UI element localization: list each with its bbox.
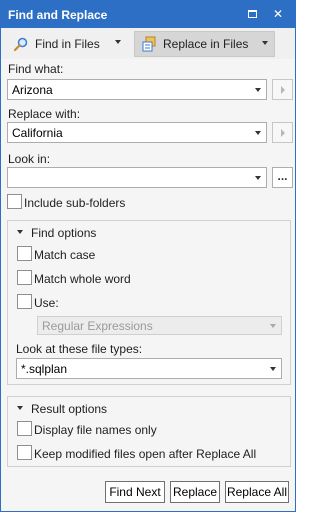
mode-tabs: Find in Files Replace in Files <box>1 28 295 59</box>
use-label[interactable]: Use: <box>34 296 59 310</box>
collapse-icon[interactable] <box>17 406 23 410</box>
chevron-down-icon[interactable] <box>270 367 276 371</box>
chevron-down-icon <box>262 41 268 45</box>
keep-modified-open-checkbox[interactable] <box>17 445 32 460</box>
replace-with-value[interactable]: California <box>12 126 63 140</box>
match-whole-word-checkbox[interactable] <box>17 270 32 285</box>
display-file-names-only-label[interactable]: Display file names only <box>34 423 157 437</box>
use-mode-value: Regular Expressions <box>42 319 153 333</box>
file-types-value[interactable]: *.sqlplan <box>21 362 67 376</box>
find-next-button[interactable]: Find Next <box>105 481 165 503</box>
look-in-combo[interactable] <box>7 167 267 188</box>
maximize-icon <box>247 10 257 18</box>
chevron-down-icon[interactable] <box>255 131 261 135</box>
chevron-down-icon[interactable] <box>255 88 261 92</box>
tab-find-in-files[interactable]: Find in Files <box>7 31 127 57</box>
find-what-value[interactable]: Arizona <box>12 83 53 97</box>
chevron-down-icon <box>270 324 276 328</box>
maximize-button[interactable] <box>245 7 259 21</box>
replace-with-expression-button[interactable] <box>272 122 293 143</box>
match-case-checkbox[interactable] <box>17 246 32 261</box>
close-icon: ✕ <box>272 7 284 21</box>
file-types-label: Look at these file types: <box>16 342 143 356</box>
result-options-group: Result options Display file names only K… <box>7 396 291 467</box>
browse-button[interactable]: ... <box>272 167 293 188</box>
tab-find-in-files-label: Find in Files <box>35 37 100 51</box>
window-title: Find and Replace <box>8 8 108 22</box>
find-what-combo[interactable]: Arizona <box>7 79 267 100</box>
replace-all-button[interactable]: Replace All <box>225 481 289 503</box>
include-subfolders-label[interactable]: Include sub-folders <box>24 196 125 210</box>
title-bar: Find and Replace ✕ <box>1 1 295 28</box>
chevron-down-icon <box>115 40 121 44</box>
display-file-names-only-checkbox[interactable] <box>17 421 32 436</box>
match-whole-word-label[interactable]: Match whole word <box>34 272 131 286</box>
find-options-group: Find options Match case Match whole word… <box>7 220 291 385</box>
find-replace-window: Find and Replace ✕ Find in Files Replace… <box>0 0 296 512</box>
file-types-combo[interactable]: *.sqlplan <box>16 358 282 379</box>
close-button[interactable]: ✕ <box>271 7 285 21</box>
find-options-title[interactable]: Find options <box>31 226 96 240</box>
chevron-down-icon[interactable] <box>255 176 261 180</box>
replace-with-label: Replace with: <box>8 107 81 121</box>
tab-replace-in-files[interactable]: Replace in Files <box>134 31 275 57</box>
result-options-title[interactable]: Result options <box>31 402 107 416</box>
arrow-right-icon <box>281 129 285 137</box>
collapse-icon[interactable] <box>17 230 23 234</box>
find-what-label: Find what: <box>8 62 64 76</box>
match-case-label[interactable]: Match case <box>34 248 95 262</box>
find-in-files-icon <box>13 37 28 52</box>
use-mode-select: Regular Expressions <box>37 316 282 335</box>
use-checkbox[interactable] <box>17 294 32 309</box>
look-in-label: Look in: <box>8 152 51 166</box>
replace-button[interactable]: Replace <box>170 481 220 503</box>
keep-modified-open-label[interactable]: Keep modified files open after Replace A… <box>34 447 256 461</box>
arrow-right-icon <box>281 86 285 94</box>
tab-replace-in-files-label: Replace in Files <box>163 37 249 51</box>
find-what-expression-button[interactable] <box>272 79 293 100</box>
replace-in-files-icon <box>142 36 156 52</box>
include-subfolders-checkbox[interactable] <box>7 194 22 209</box>
replace-with-combo[interactable]: California <box>7 122 267 143</box>
